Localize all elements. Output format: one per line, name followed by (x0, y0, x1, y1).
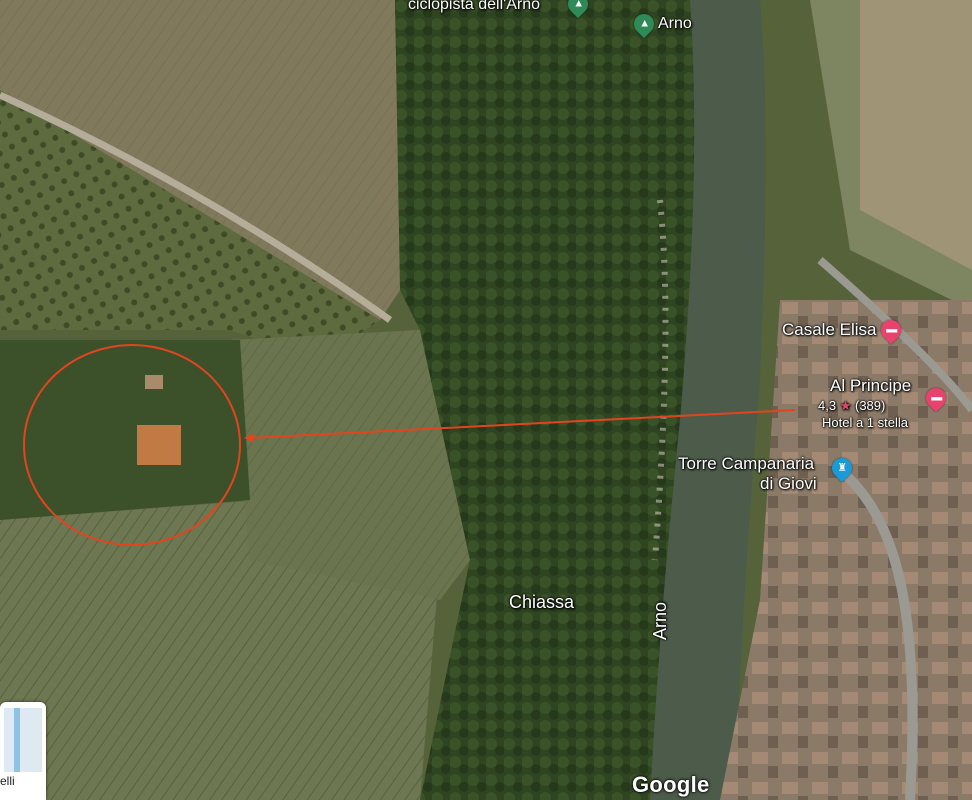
rating-value: 4,3 (818, 398, 837, 413)
poi-al-principe-label: Al Principe (830, 376, 912, 395)
layer-thumbnail[interactable]: elli (0, 702, 46, 800)
farmhouse-roof (137, 425, 181, 465)
poi-al-principe-category: Hotel a 1 stella (822, 415, 908, 430)
poi-arno-park[interactable]: ▲ Arno (629, 9, 692, 39)
poi-casale-elisa[interactable]: Casale Elisa ▬ (782, 315, 905, 345)
label-arno-river[interactable]: Arno (650, 602, 671, 640)
review-count: (389) (854, 398, 886, 413)
poi-al-principe-rating: 4,3 ★ (389) (818, 398, 885, 414)
poi-torre-label-line1[interactable]: Torre Campanaria (678, 454, 814, 474)
tree-icon: ▲ (629, 9, 659, 39)
thumbnail-label: elli (0, 774, 15, 788)
poi-arno-label: Arno (658, 15, 692, 32)
star-icon: ★ (839, 398, 852, 413)
poi-torre-label-line2[interactable]: di Giovi (760, 474, 817, 494)
hotel-icon: ▬ (876, 315, 905, 345)
poi-casale-elisa-label: Casale Elisa (782, 320, 877, 339)
label-cycle-path[interactable]: ciclopista dell'Arno (408, 0, 540, 14)
google-logo: Google (632, 772, 710, 797)
poi-al-principe[interactable]: Al Principe (830, 376, 911, 396)
label-chiassa[interactable]: Chiassa (509, 592, 574, 613)
thumbnail-image (4, 708, 42, 772)
poi-cycle-path-marker[interactable]: ▲ (563, 0, 593, 19)
